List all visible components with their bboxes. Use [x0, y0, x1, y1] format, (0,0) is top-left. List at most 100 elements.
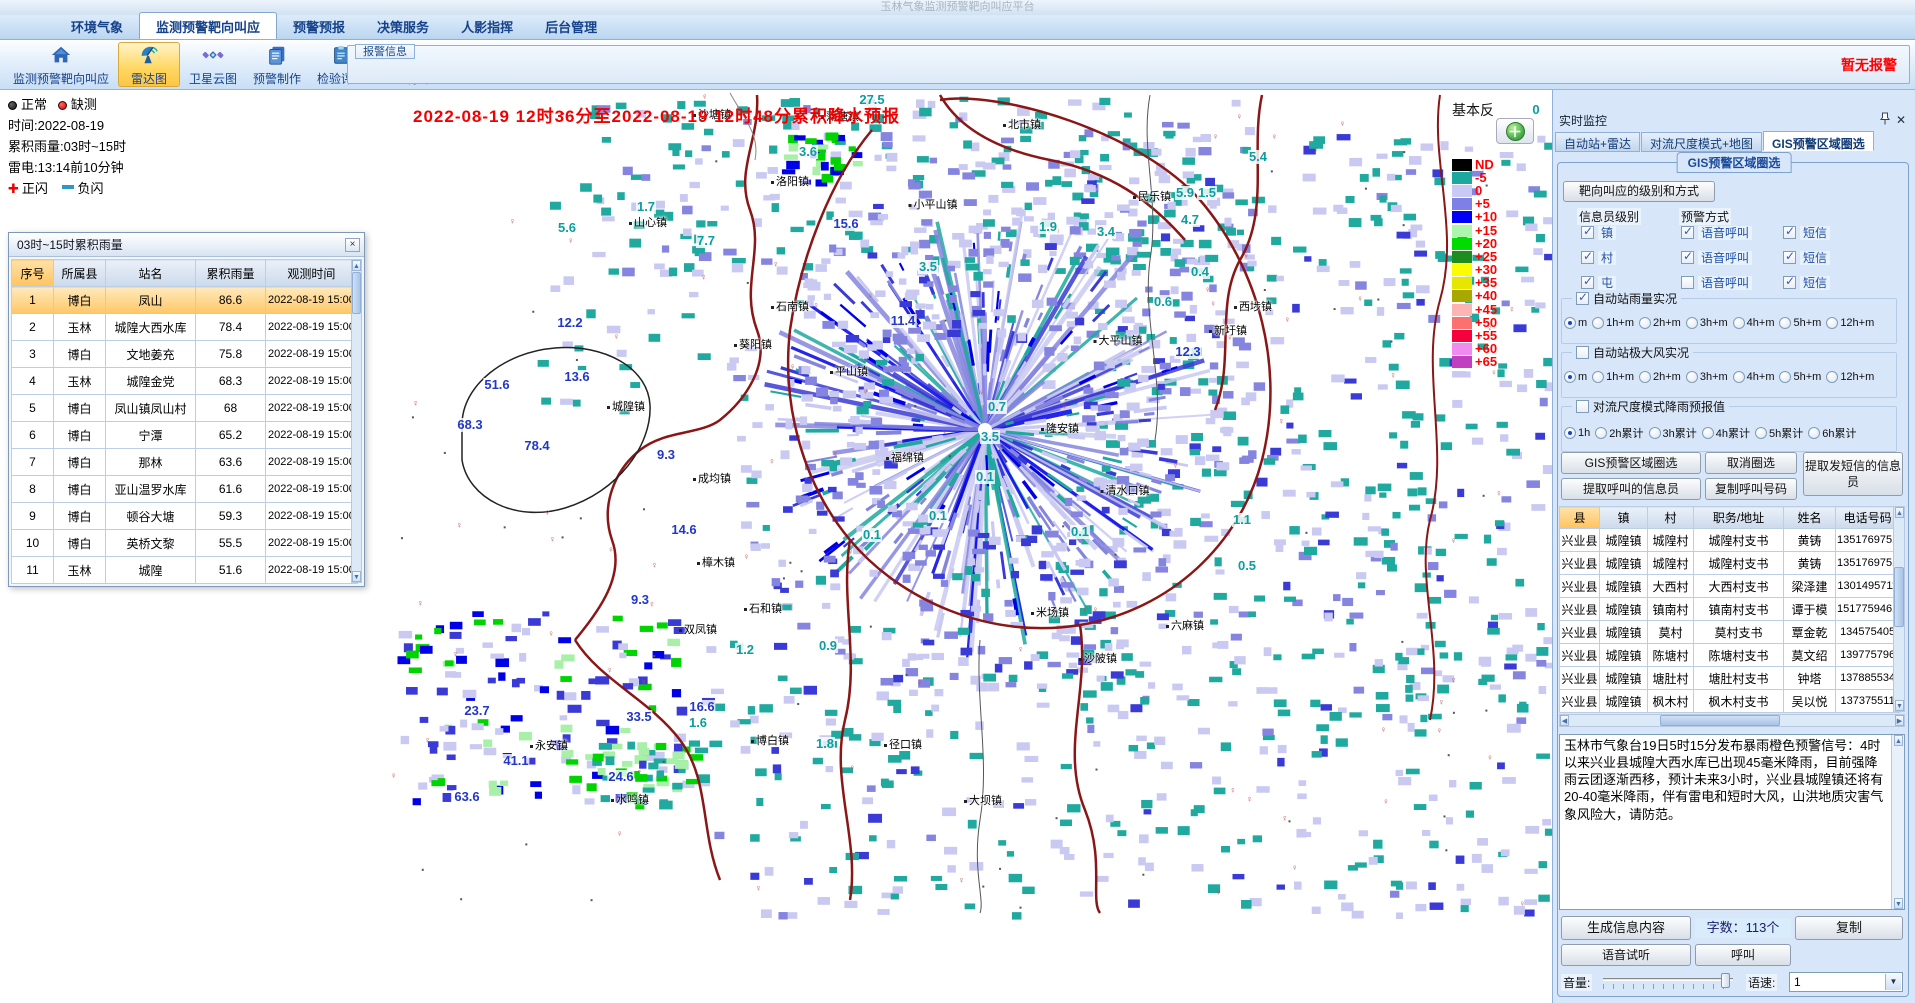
- close-icon[interactable]: ✕: [1893, 113, 1909, 127]
- scroll-up-icon[interactable]: ▲: [352, 260, 361, 271]
- call-button[interactable]: 呼叫: [1695, 944, 1791, 966]
- generate-message-button[interactable]: 生成信息内容: [1561, 916, 1691, 940]
- checkbox-对流尺度模式降雨预报值[interactable]: [1576, 400, 1589, 413]
- message-vscrollbar[interactable]: ▲ ▼: [1891, 735, 1904, 909]
- contacts-col-header[interactable]: 电话号码: [1836, 507, 1900, 529]
- scroll-down-icon[interactable]: ▼: [352, 571, 361, 582]
- radio-1h+m[interactable]: 1h+m: [1592, 371, 1634, 383]
- toolbar-button-卫星云图[interactable]: 卫星云图: [182, 42, 244, 87]
- checkbox-sms[interactable]: [1783, 276, 1796, 289]
- warning-message-text[interactable]: 玉林市气象台19日5时15分发布暴雨橙色预警信号：4时以来兴业县城隍大西水库已出…: [1559, 734, 1905, 910]
- panel-tab-自动站+雷达[interactable]: 自动站+雷达: [1555, 132, 1640, 152]
- toolbar-button-预警制作[interactable]: 预警制作: [246, 42, 308, 87]
- radio-3h+m[interactable]: 3h+m: [1686, 317, 1728, 329]
- contacts-row[interactable]: 兴业县城隍镇塘肚村塘肚村支书钟塔137885534: [1560, 667, 1900, 690]
- radio-2h+m[interactable]: 2h+m: [1639, 317, 1681, 329]
- radio-2h+m[interactable]: 2h+m: [1639, 371, 1681, 383]
- rain-col-header[interactable]: 站名: [106, 260, 196, 287]
- contacts-col-header[interactable]: 姓名: [1784, 507, 1836, 529]
- contacts-row[interactable]: 兴业县城隍镇枫木村枫木村支书吴以悦137375511: [1560, 690, 1900, 713]
- radio-5h+m[interactable]: 5h+m: [1779, 317, 1821, 329]
- radio-4h累计[interactable]: 4h累计: [1702, 425, 1750, 441]
- radio-6h累计[interactable]: 6h累计: [1808, 425, 1856, 441]
- radio-m[interactable]: m: [1564, 371, 1587, 383]
- rain-table-row[interactable]: 1博白凤山86.62022-08-19 15:00: [12, 287, 358, 314]
- contacts-col-header[interactable]: 县: [1560, 507, 1600, 529]
- rain-table-row[interactable]: 10博白英桥文黎55.52022-08-19 15:00: [12, 530, 358, 557]
- contacts-row[interactable]: 兴业县城隍镇镇南村镇南村支书谭于模1517759461: [1560, 598, 1900, 621]
- scroll-thumb[interactable]: [352, 272, 361, 314]
- rain-table-row[interactable]: 3博白文地姜充75.82022-08-19 15:00: [12, 341, 358, 368]
- voice-preview-button[interactable]: 语音试听: [1561, 944, 1691, 966]
- contacts-row[interactable]: 兴业县城隍镇莫村莫村支书覃金乾134575405: [1560, 621, 1900, 644]
- contacts-vscrollbar[interactable]: ▲ ▼: [1893, 506, 1905, 712]
- rain-table-row[interactable]: 8博白亚山温罗水库61.62022-08-19 15:00: [12, 476, 358, 503]
- radio-3h+m[interactable]: 3h+m: [1686, 371, 1728, 383]
- rain-table[interactable]: 序号所属县站名累积雨量观测时间1博白凤山86.62022-08-19 15:00…: [11, 259, 358, 584]
- rain-col-header[interactable]: 所属县: [54, 260, 106, 287]
- checkbox-voice-call[interactable]: [1681, 226, 1694, 239]
- radio-m[interactable]: m: [1564, 317, 1587, 329]
- menu-tab-预警预报[interactable]: 预警预报: [277, 13, 361, 39]
- radio-12h+m[interactable]: 12h+m: [1826, 371, 1874, 383]
- checkbox-村[interactable]: [1581, 251, 1594, 264]
- contacts-row[interactable]: 兴业县城隍镇城隍村城隍村支书黄铸1351769751: [1560, 529, 1900, 552]
- radar-map[interactable]: ♀♀♀♀♀♀♀♀♀♀♀♀♀♀♀♀♀♀♀♀♀♀♀♀♀♀♀♀♀♀♀♀♀♀♀♀♀♀♀♀…: [0, 90, 1552, 1003]
- rain-table-row[interactable]: 9博白顿谷大塘59.32022-08-19 15:00: [12, 503, 358, 530]
- checkbox-voice-call[interactable]: [1681, 276, 1694, 289]
- contacts-row[interactable]: 兴业县城隍镇陈塘村陈塘村支书莫文绍139775796: [1560, 644, 1900, 667]
- contacts-table[interactable]: 县镇村职务/地址姓名电话号码兴业县城隍镇城隍村城隍村支书黄铸1351769751…: [1559, 506, 1900, 713]
- contacts-col-header[interactable]: 镇: [1600, 507, 1648, 529]
- radio-4h+m[interactable]: 4h+m: [1733, 317, 1775, 329]
- contacts-col-header[interactable]: 职务/地址: [1694, 507, 1784, 529]
- contacts-row[interactable]: 兴业县城隍镇城隍村城隍村支书黄铸1351769751: [1560, 552, 1900, 575]
- checkbox-sms[interactable]: [1783, 226, 1796, 239]
- cancel-select-button[interactable]: 取消圈选: [1705, 452, 1797, 474]
- menu-tab-决策服务[interactable]: 决策服务: [361, 13, 445, 39]
- radio-12h+m[interactable]: 12h+m: [1826, 317, 1874, 329]
- radio-3h累计[interactable]: 3h累计: [1649, 425, 1697, 441]
- rain-table-row[interactable]: 2玉林城隍大西水库78.42022-08-19 15:00: [12, 314, 358, 341]
- rain-table-row[interactable]: 6博白宁潭65.22022-08-19 15:00: [12, 422, 358, 449]
- call-level-mode-button[interactable]: 靶向叫应的级别和方式: [1563, 181, 1715, 202]
- radio-1h+m[interactable]: 1h+m: [1592, 317, 1634, 329]
- contacts-hscrollbar[interactable]: ◀ ▶: [1559, 714, 1905, 727]
- close-icon[interactable]: ×: [345, 238, 360, 252]
- scroll-up-icon[interactable]: ▲: [1895, 507, 1904, 518]
- checkbox-自动站极大风实况[interactable]: [1576, 346, 1589, 359]
- radio-5h累计[interactable]: 5h累计: [1755, 425, 1803, 441]
- volume-slider[interactable]: [1603, 978, 1733, 981]
- zoom-in-button[interactable]: ＋: [1496, 118, 1534, 144]
- speed-select[interactable]: 1 ▼: [1789, 972, 1903, 992]
- menu-tab-后台管理[interactable]: 后台管理: [529, 13, 613, 39]
- radio-1h[interactable]: 1h: [1564, 425, 1590, 441]
- rain-table-row[interactable]: 4玉林城隍金党68.32022-08-19 15:00: [12, 368, 358, 395]
- radio-4h+m[interactable]: 4h+m: [1733, 371, 1775, 383]
- rain-col-header[interactable]: 序号: [12, 260, 54, 287]
- chevron-down-icon[interactable]: ▼: [1885, 974, 1901, 990]
- scroll-right-icon[interactable]: ▶: [1895, 715, 1904, 726]
- contacts-col-header[interactable]: 村: [1648, 507, 1694, 529]
- rain-table-row[interactable]: 5博白凤山镇凤山村682022-08-19 15:00: [12, 395, 358, 422]
- scroll-thumb[interactable]: [1894, 567, 1904, 627]
- scroll-up-icon[interactable]: ▲: [1894, 735, 1903, 746]
- panel-tab-GIS预警区域圈选[interactable]: GIS预警区域圈选: [1763, 131, 1874, 151]
- menu-tab-环境气象[interactable]: 环境气象: [55, 13, 139, 39]
- rain-table-vscrollbar[interactable]: ▲ ▼: [351, 259, 362, 583]
- scroll-thumb[interactable]: [1660, 715, 1780, 726]
- pin-icon[interactable]: [1877, 112, 1893, 128]
- rain-col-header[interactable]: 观测时间: [266, 260, 358, 287]
- panel-tab-对流尺度模式+地图[interactable]: 对流尺度模式+地图: [1641, 132, 1762, 152]
- rain-col-header[interactable]: 累积雨量: [196, 260, 266, 287]
- rain-table-window[interactable]: 03时~15时累积雨量 × 序号所属县站名累积雨量观测时间1博白凤山86.620…: [8, 232, 365, 587]
- toolbar-button-监测预警靶向叫应[interactable]: 监测预警靶向叫应: [6, 42, 116, 87]
- toolbar-button-雷达图[interactable]: 雷达图: [118, 42, 180, 87]
- rain-window-titlebar[interactable]: 03时~15时累积雨量 ×: [9, 233, 364, 257]
- copy-call-numbers-button[interactable]: 复制呼叫号码: [1705, 478, 1797, 500]
- checkbox-屯[interactable]: [1581, 276, 1594, 289]
- checkbox-voice-call[interactable]: [1681, 251, 1694, 264]
- scroll-down-icon[interactable]: ▼: [1894, 898, 1903, 909]
- copy-button[interactable]: 复制: [1795, 916, 1903, 940]
- menu-tab-监测预警靶向叫应[interactable]: 监测预警靶向叫应: [139, 12, 277, 39]
- contacts-row[interactable]: 兴业县城隍镇大西村大西村支书梁泽建1301495711: [1560, 575, 1900, 598]
